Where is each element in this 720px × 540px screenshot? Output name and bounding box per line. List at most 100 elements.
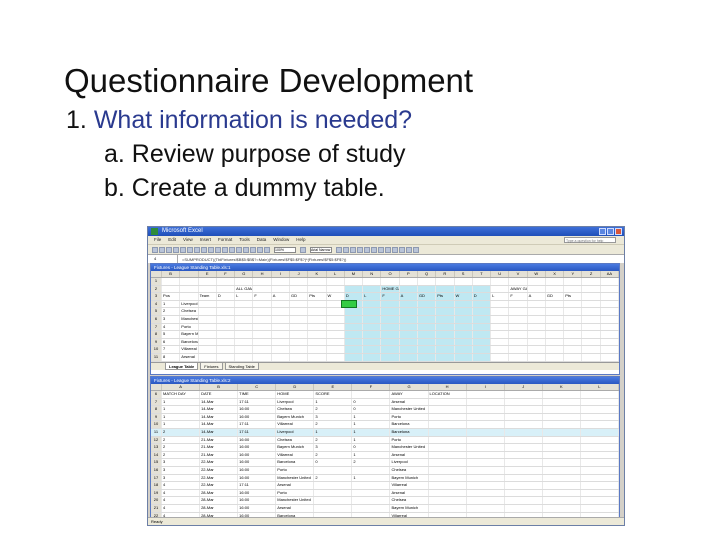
- cell[interactable]: [436, 315, 455, 323]
- cell[interactable]: 14-Mar: [200, 413, 239, 421]
- cell[interactable]: [253, 346, 272, 353]
- sheet-tab[interactable]: Standing Table: [224, 362, 259, 370]
- borders-icon[interactable]: [399, 246, 405, 253]
- cell[interactable]: [417, 285, 437, 293]
- cell[interactable]: 2: [162, 451, 201, 459]
- cell[interactable]: SCORE: [314, 391, 353, 398]
- cell[interactable]: [546, 315, 565, 323]
- cell[interactable]: [363, 308, 382, 315]
- column-header[interactable]: N: [363, 271, 382, 277]
- cell[interactable]: [290, 300, 309, 308]
- cell[interactable]: [363, 300, 382, 308]
- cell[interactable]: 6: [162, 338, 181, 346]
- column-header[interactable]: Q: [418, 271, 437, 277]
- cell[interactable]: F: [381, 293, 400, 300]
- bold-icon[interactable]: [336, 246, 342, 253]
- cell[interactable]: [601, 300, 619, 308]
- cell[interactable]: [162, 285, 181, 293]
- cell[interactable]: [472, 300, 492, 308]
- cell[interactable]: 16:00: [238, 436, 277, 444]
- cell[interactable]: [235, 353, 254, 361]
- cell[interactable]: [582, 285, 601, 293]
- cell[interactable]: [235, 308, 254, 315]
- cell[interactable]: [467, 497, 505, 504]
- cell[interactable]: Liverpool: [276, 428, 315, 436]
- cell[interactable]: [528, 338, 546, 346]
- column-header[interactable]: E: [199, 271, 217, 277]
- cell[interactable]: [272, 338, 290, 346]
- cell[interactable]: [581, 436, 619, 444]
- cell[interactable]: [601, 338, 619, 346]
- name-box[interactable]: 4: [148, 255, 178, 263]
- cell[interactable]: 7: [162, 346, 181, 353]
- cell[interactable]: GD: [417, 293, 437, 300]
- cell[interactable]: [399, 331, 418, 338]
- cell[interactable]: [199, 353, 217, 361]
- cell[interactable]: [308, 338, 327, 346]
- cell[interactable]: [581, 504, 619, 512]
- cell[interactable]: Pos: [162, 293, 181, 300]
- cell[interactable]: Porto: [276, 489, 315, 497]
- cell[interactable]: [290, 346, 309, 353]
- zoom-select[interactable]: 100%: [274, 246, 296, 253]
- cell[interactable]: [327, 323, 345, 331]
- cell[interactable]: [491, 353, 510, 361]
- cell[interactable]: F: [509, 293, 528, 300]
- cell[interactable]: [290, 323, 309, 331]
- cell[interactable]: [381, 278, 400, 285]
- sort-desc-icon[interactable]: [250, 246, 256, 253]
- cell[interactable]: [363, 285, 382, 293]
- open-icon[interactable]: [159, 246, 165, 253]
- cell[interactable]: DATE: [200, 391, 239, 398]
- cell[interactable]: [217, 285, 236, 293]
- cell[interactable]: [491, 278, 510, 285]
- cell[interactable]: [491, 338, 510, 346]
- cell[interactable]: [601, 278, 619, 285]
- cell[interactable]: 2: [352, 459, 391, 466]
- chart-icon[interactable]: [257, 246, 263, 253]
- cell[interactable]: [601, 315, 619, 323]
- row-header[interactable]: 16: [151, 466, 162, 474]
- cell[interactable]: [428, 428, 467, 436]
- column-header[interactable]: S: [455, 271, 473, 277]
- cell[interactable]: 16:00: [238, 489, 277, 497]
- column-header[interactable]: T: [473, 271, 492, 277]
- column-header[interactable]: Y: [564, 271, 583, 277]
- font-select[interactable]: Arial Narrow: [310, 246, 332, 253]
- cell[interactable]: Bayern Munich: [276, 444, 315, 451]
- row-header[interactable]: 10: [151, 346, 162, 353]
- cell[interactable]: [543, 391, 581, 398]
- cell[interactable]: [399, 346, 418, 353]
- menu-item-edit[interactable]: Edit: [168, 236, 176, 244]
- cell[interactable]: [581, 413, 619, 421]
- cell[interactable]: 21-Mar: [200, 451, 239, 459]
- cell[interactable]: 17:11: [238, 398, 277, 406]
- row-header[interactable]: 14: [151, 451, 162, 459]
- column-header[interactable]: H: [429, 384, 467, 390]
- menu-item-help[interactable]: Help: [296, 236, 305, 244]
- cell[interactable]: [543, 444, 581, 451]
- cell[interactable]: [253, 315, 272, 323]
- cell[interactable]: F: [253, 293, 272, 300]
- column-header[interactable]: H: [253, 271, 272, 277]
- cell[interactable]: 17:11: [238, 428, 277, 436]
- row-header[interactable]: 21: [151, 504, 162, 512]
- cell[interactable]: [399, 285, 418, 293]
- cell[interactable]: 16:00: [238, 466, 277, 474]
- cell[interactable]: 2: [162, 308, 181, 315]
- cell[interactable]: D: [472, 293, 492, 300]
- cell[interactable]: [217, 353, 236, 361]
- cell[interactable]: [509, 300, 528, 308]
- cell[interactable]: Villarreal: [390, 482, 429, 489]
- cell[interactable]: [528, 285, 546, 293]
- cell[interactable]: [344, 315, 364, 323]
- cell[interactable]: [381, 331, 400, 338]
- cell[interactable]: Barcelona: [276, 459, 315, 466]
- cell[interactable]: 1: [162, 421, 201, 428]
- cell[interactable]: 1: [314, 398, 353, 406]
- column-header[interactable]: L: [581, 384, 619, 390]
- help-icon[interactable]: [300, 246, 306, 253]
- column-header[interactable]: A: [162, 384, 201, 390]
- column-header[interactable]: M: [345, 271, 364, 277]
- cell[interactable]: [546, 353, 565, 361]
